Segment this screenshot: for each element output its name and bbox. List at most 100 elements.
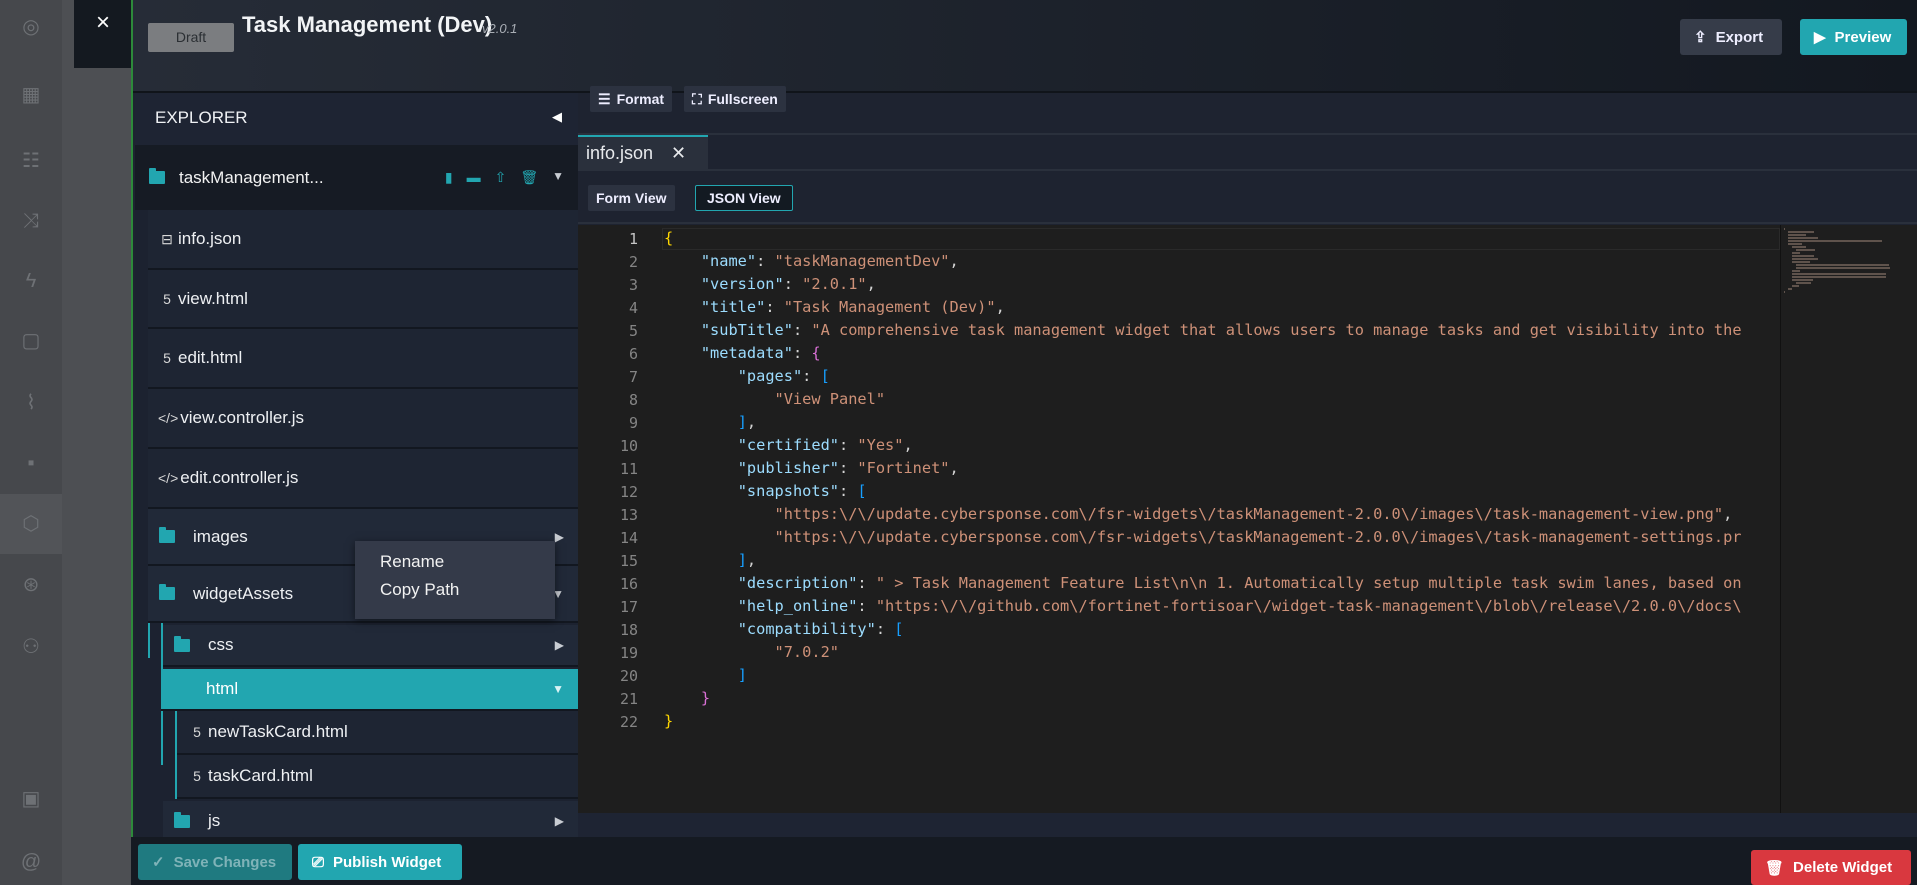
minimap[interactable]	[1780, 225, 1917, 813]
line-number: 13	[619, 506, 638, 524]
widget-icon[interactable]: ⬡	[18, 511, 44, 537]
close-tab-icon[interactable]: ✕	[671, 143, 686, 164]
folder-label: images	[193, 526, 248, 546]
code-token: :	[839, 436, 858, 454]
code-token: "name"	[700, 252, 757, 270]
delete-widget-button[interactable]: 🗑 Delete Widget	[1751, 850, 1911, 885]
code-token: "https:\/\/github.com\/fortinet-fortisoa…	[875, 597, 1742, 615]
view-toggle-bar: Form View JSON View	[578, 169, 1917, 224]
minimap-line	[1788, 243, 1802, 245]
root-folder-row[interactable]: taskManagement... ▮ ▬ ⇧ 🗑 ▼	[135, 145, 578, 210]
code-line: ],	[664, 551, 756, 569]
shuffle-icon[interactable]: ⤨	[18, 208, 44, 234]
people-icon[interactable]: ☷	[18, 148, 44, 174]
code-token: :	[802, 367, 821, 385]
explorer-title: EXPLORER	[155, 108, 248, 127]
code-token: {	[811, 344, 821, 362]
menu-item-copy-path[interactable]: Copy Path	[355, 577, 555, 605]
dashboard-icon[interactable]: ▦	[18, 82, 44, 108]
clipboard-icon[interactable]: ▣	[18, 786, 44, 812]
code-token: ,	[903, 436, 913, 454]
line-number: 7	[628, 368, 638, 386]
chevron-right-icon: ▶	[554, 638, 564, 652]
tab-info-json[interactable]: info.json ✕	[578, 135, 708, 169]
code-token: "subTitle"	[700, 321, 793, 339]
line-number: 18	[619, 621, 638, 639]
new-folder-icon[interactable]: ▬	[467, 169, 481, 186]
line-number: 19	[619, 644, 638, 662]
file-item-newtaskcard[interactable]: 5 newTaskCard.html	[177, 711, 578, 755]
upload-icon[interactable]: ⇧	[495, 169, 507, 186]
apps-icon[interactable]: ▪	[18, 450, 44, 476]
minimap-line	[1796, 249, 1816, 251]
editor-status-strip	[578, 813, 1917, 837]
json-view-button[interactable]: JSON View	[695, 185, 793, 211]
minimap-line	[1796, 267, 1890, 269]
code-token: "2.0.1"	[802, 275, 867, 293]
folder-label: js	[208, 811, 221, 830]
code-editor[interactable]: 1 {2 "name": "taskManagementDev", 3 "versi…	[578, 225, 1917, 813]
code-token: ,	[746, 551, 757, 569]
line-number: 21	[619, 690, 638, 708]
close-button[interactable]: ×	[74, 0, 132, 68]
export-button[interactable]: ⇪ Export	[1680, 19, 1782, 55]
code-token: "title"	[700, 298, 766, 316]
line-number: 2	[628, 253, 638, 271]
fullscreen-label: Fullscreen	[707, 91, 778, 107]
code-token: "Task Management (Dev)"	[783, 298, 996, 316]
file-item-view-controller[interactable]: </> view.controller.js	[148, 389, 578, 449]
html5-icon: 5	[163, 350, 171, 366]
minimap-line	[1788, 234, 1807, 236]
users-icon[interactable]: ⚇	[18, 634, 44, 660]
code-token: "https:\/\/update.cybersponse.com\/fsr-w…	[774, 528, 1742, 546]
format-label: Format	[616, 91, 665, 107]
minimap-line	[1788, 237, 1818, 239]
line-number: 16	[619, 575, 638, 593]
code-icon: </>	[158, 470, 179, 486]
file-item-edit-html[interactable]: 5 edit.html	[148, 329, 578, 389]
at-icon[interactable]: @	[18, 849, 44, 875]
background-panel	[62, 0, 132, 885]
lightning-icon[interactable]: ϟ	[18, 268, 44, 294]
publish-icon: ⎚	[312, 853, 325, 871]
delete-label: Delete Widget	[1793, 859, 1893, 876]
chevron-down-icon: ▼	[552, 682, 564, 696]
file-label: info.json	[178, 229, 242, 248]
form-view-button[interactable]: Form View	[588, 185, 675, 211]
file-item-info-json[interactable]: ⊟ info.json	[148, 210, 578, 270]
file-item-edit-controller[interactable]: </> edit.controller.js	[148, 449, 578, 509]
chevron-down-icon[interactable]: ▼	[552, 169, 564, 186]
collapse-panel-icon[interactable]: ◀	[552, 109, 562, 125]
upload-icon: ⇪	[1694, 29, 1707, 46]
lifebuoy-icon[interactable]: ⊛	[18, 572, 44, 598]
code-line: ],	[664, 413, 756, 431]
save-changes-button[interactable]: ✓ Save Changes	[138, 844, 292, 880]
menu-item-rename[interactable]: Rename	[355, 549, 555, 577]
page-title: Task Management (Dev)	[242, 12, 493, 37]
fullscreen-button[interactable]: ⛶ Fullscreen	[684, 86, 786, 112]
code-token: ,	[866, 275, 876, 293]
code-token: ,	[995, 298, 1005, 316]
new-file-icon[interactable]: ▮	[445, 169, 453, 186]
chart-icon[interactable]: ⌇	[18, 390, 44, 416]
briefcase-icon[interactable]: ▢	[18, 328, 44, 354]
publish-widget-button[interactable]: ⎚ Publish Widget	[298, 844, 462, 880]
export-label: Export	[1715, 28, 1764, 46]
trash-icon[interactable]: 🗑	[520, 169, 538, 186]
file-item-view-html[interactable]: 5 view.html	[148, 270, 578, 329]
minimap-line	[1788, 288, 1792, 290]
format-button[interactable]: ☰ Format	[590, 86, 673, 112]
preview-button[interactable]: ▶ Preview	[1800, 19, 1907, 55]
line-number: 12	[619, 483, 638, 501]
footer: ✓ Save Changes ⎚ Publish Widget 🗑 Delete Wi…	[131, 837, 1917, 885]
folder-item-css[interactable]: css ▶	[163, 625, 578, 667]
minimap-line	[1796, 264, 1889, 266]
minimap-line	[1792, 273, 1886, 275]
folder-item-html[interactable]: html ▼	[161, 669, 578, 711]
file-item-taskcard[interactable]: 5 taskCard.html	[177, 755, 578, 799]
code-token: :	[839, 459, 858, 477]
preview-label: Preview	[1834, 28, 1892, 46]
